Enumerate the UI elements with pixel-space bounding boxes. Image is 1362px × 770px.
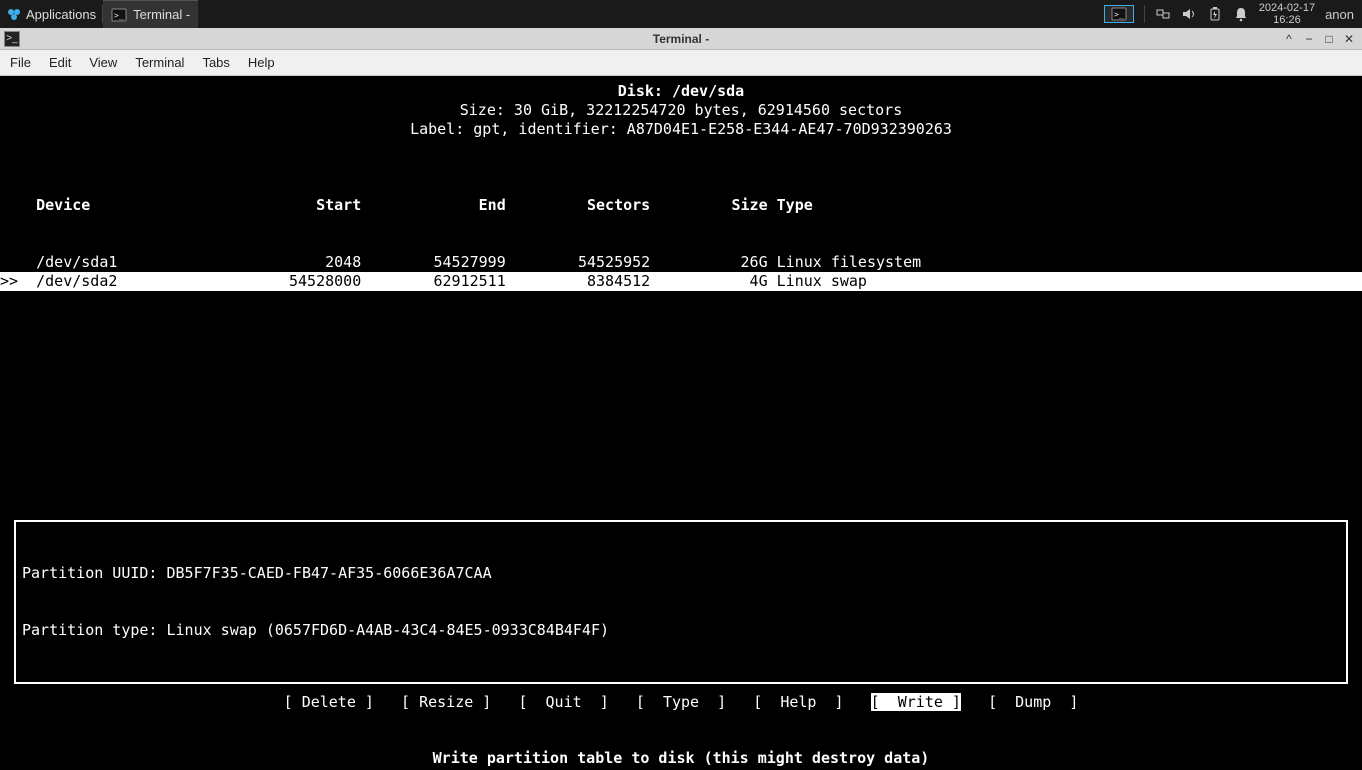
tray-terminal-icon[interactable]: >_ — [1104, 5, 1134, 23]
action-write[interactable]: [ Write ] — [871, 693, 961, 711]
action-delete[interactable]: [ Delete ] — [284, 693, 374, 711]
cfdisk-columns: Device Start End Sectors Size Type — [0, 196, 1362, 215]
action-dump[interactable]: [ Dump ] — [988, 693, 1078, 711]
window-titlebar[interactable]: >_ Terminal - ^ − □ ✕ — [0, 28, 1362, 50]
cfdisk-partition-type: Partition type: Linux swap (0657FD6D-A4A… — [22, 621, 1340, 640]
menu-terminal[interactable]: Terminal — [135, 55, 184, 70]
window-close-button[interactable]: ✕ — [1342, 32, 1356, 46]
clock[interactable]: 2024-02-17 16:26 — [1259, 2, 1315, 26]
titlebar-terminal-icon: >_ — [4, 31, 20, 47]
action-resize[interactable]: [ Resize ] — [401, 693, 491, 711]
terminal-menubar: File Edit View Terminal Tabs Help — [0, 50, 1362, 76]
window-minimize-button[interactable]: − — [1302, 32, 1316, 46]
clock-date: 2024-02-17 — [1259, 2, 1315, 14]
action-quit[interactable]: [ Quit ] — [518, 693, 608, 711]
notifications-icon[interactable] — [1233, 6, 1249, 22]
network-icon[interactable] — [1155, 6, 1171, 22]
menu-edit[interactable]: Edit — [49, 55, 71, 70]
svg-text:>_: >_ — [1114, 10, 1124, 19]
cfdisk-hint: Write partition table to disk (this migh… — [0, 749, 1362, 768]
window-rollup-button[interactable]: ^ — [1282, 32, 1296, 46]
taskbar-terminal[interactable]: >_ Terminal - — [103, 0, 198, 28]
cfdisk-header-label: Label: gpt, identifier: A87D04E1-E258-E3… — [0, 120, 1362, 139]
action-help[interactable]: [ Help ] — [753, 693, 843, 711]
menu-tabs[interactable]: Tabs — [202, 55, 229, 70]
desktop-top-panel: Applications >_ Terminal - >_ 2024-02-17… — [0, 0, 1362, 28]
user-label[interactable]: anon — [1325, 7, 1354, 22]
system-tray: >_ 2024-02-17 16:26 anon — [1096, 2, 1362, 26]
battery-icon[interactable] — [1207, 6, 1223, 22]
taskbar-terminal-label: Terminal - — [133, 7, 190, 22]
applications-menu[interactable]: Applications — [0, 0, 102, 28]
cfdisk-header-disk: Disk: /dev/sda — [0, 82, 1362, 101]
clock-time: 16:26 — [1259, 14, 1315, 26]
terminal-icon: >_ — [111, 7, 127, 23]
window-title: Terminal - — [653, 32, 709, 46]
menu-view[interactable]: View — [89, 55, 117, 70]
menu-file[interactable]: File — [10, 55, 31, 70]
terminal-content[interactable]: Disk: /dev/sda Size: 30 GiB, 32212254720… — [0, 76, 1362, 770]
partition-row[interactable]: /dev/sda1 2048 54527999 54525952 26G Lin… — [0, 253, 1362, 272]
cfdisk-actions: [ Delete ] [ Resize ] [ Quit ] [ Type ] … — [0, 693, 1362, 712]
menu-help[interactable]: Help — [248, 55, 275, 70]
applications-label: Applications — [26, 7, 96, 22]
cfdisk-partition-uuid: Partition UUID: DB5F7F35-CAED-FB47-AF35-… — [22, 564, 1340, 583]
xfce-logo-icon — [6, 6, 22, 22]
cfdisk-partition-table: Device Start End Sectors Size Type /dev/… — [0, 158, 1362, 329]
window-maximize-button[interactable]: □ — [1322, 32, 1336, 46]
tray-separator — [1144, 5, 1145, 23]
terminal-window: >_ Terminal - ^ − □ ✕ File Edit View Ter… — [0, 28, 1362, 770]
cfdisk-header-size: Size: 30 GiB, 32212254720 bytes, 6291456… — [0, 101, 1362, 120]
action-type[interactable]: [ Type ] — [636, 693, 726, 711]
volume-icon[interactable] — [1181, 6, 1197, 22]
svg-text:>_: >_ — [114, 11, 124, 20]
cfdisk-info-box: Partition UUID: DB5F7F35-CAED-FB47-AF35-… — [14, 520, 1348, 684]
partition-row[interactable]: >> /dev/sda2 54528000 62912511 8384512 4… — [0, 272, 1362, 291]
